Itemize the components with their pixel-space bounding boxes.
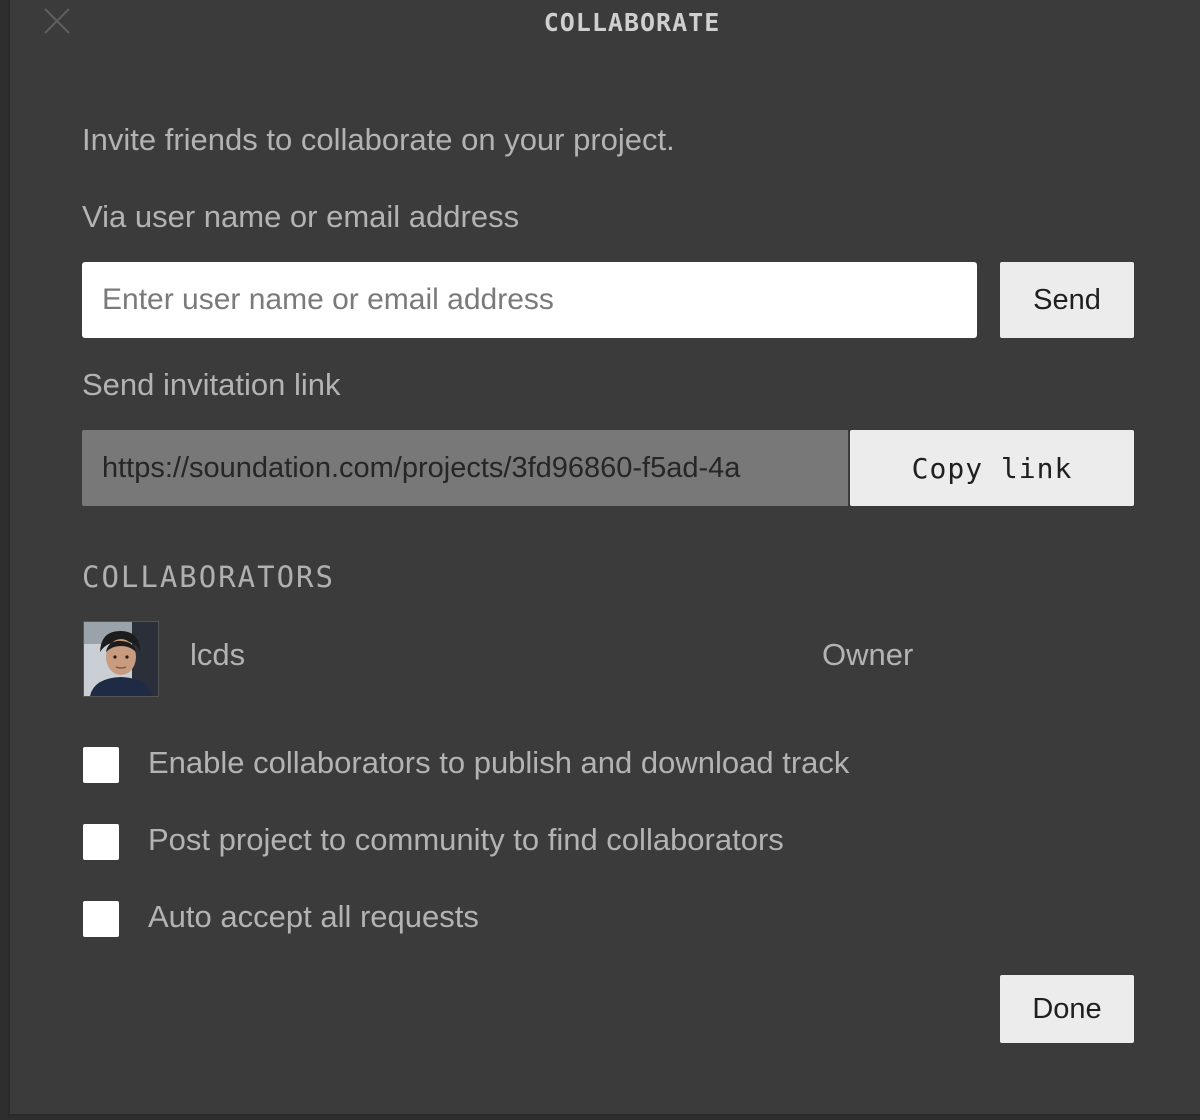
- publish-download-label: Enable collaborators to publish and down…: [148, 745, 850, 780]
- intro-text: Invite friends to collaborate on your pr…: [82, 122, 675, 157]
- invitation-link-field[interactable]: https://soundation.com/projects/3fd96860…: [82, 430, 848, 506]
- user-name-or-email-input[interactable]: [82, 262, 977, 338]
- user-avatar-icon: [84, 622, 158, 696]
- collaborators-heading: COLLABORATORS: [82, 560, 335, 594]
- copy-link-button[interactable]: Copy link: [850, 430, 1134, 506]
- post-to-community-label: Post project to community to find collab…: [148, 822, 784, 857]
- post-to-community-checkbox[interactable]: [83, 824, 119, 860]
- collaborator-name: lcds: [190, 637, 246, 672]
- collaborate-dialog: COLLABORATE Invite friends to collaborat…: [8, 0, 1200, 1116]
- send-button[interactable]: Send: [1000, 262, 1134, 338]
- dialog-title: COLLABORATE: [543, 8, 721, 37]
- collaborator-role: Owner: [822, 637, 914, 672]
- user-input-label: Via user name or email address: [82, 199, 520, 234]
- auto-accept-checkbox[interactable]: [83, 901, 119, 937]
- publish-download-checkbox[interactable]: [83, 747, 119, 783]
- avatar: [83, 621, 159, 697]
- invitation-link-label: Send invitation link: [82, 367, 341, 402]
- auto-accept-label: Auto accept all requests: [148, 899, 479, 934]
- done-button[interactable]: Done: [1000, 975, 1134, 1043]
